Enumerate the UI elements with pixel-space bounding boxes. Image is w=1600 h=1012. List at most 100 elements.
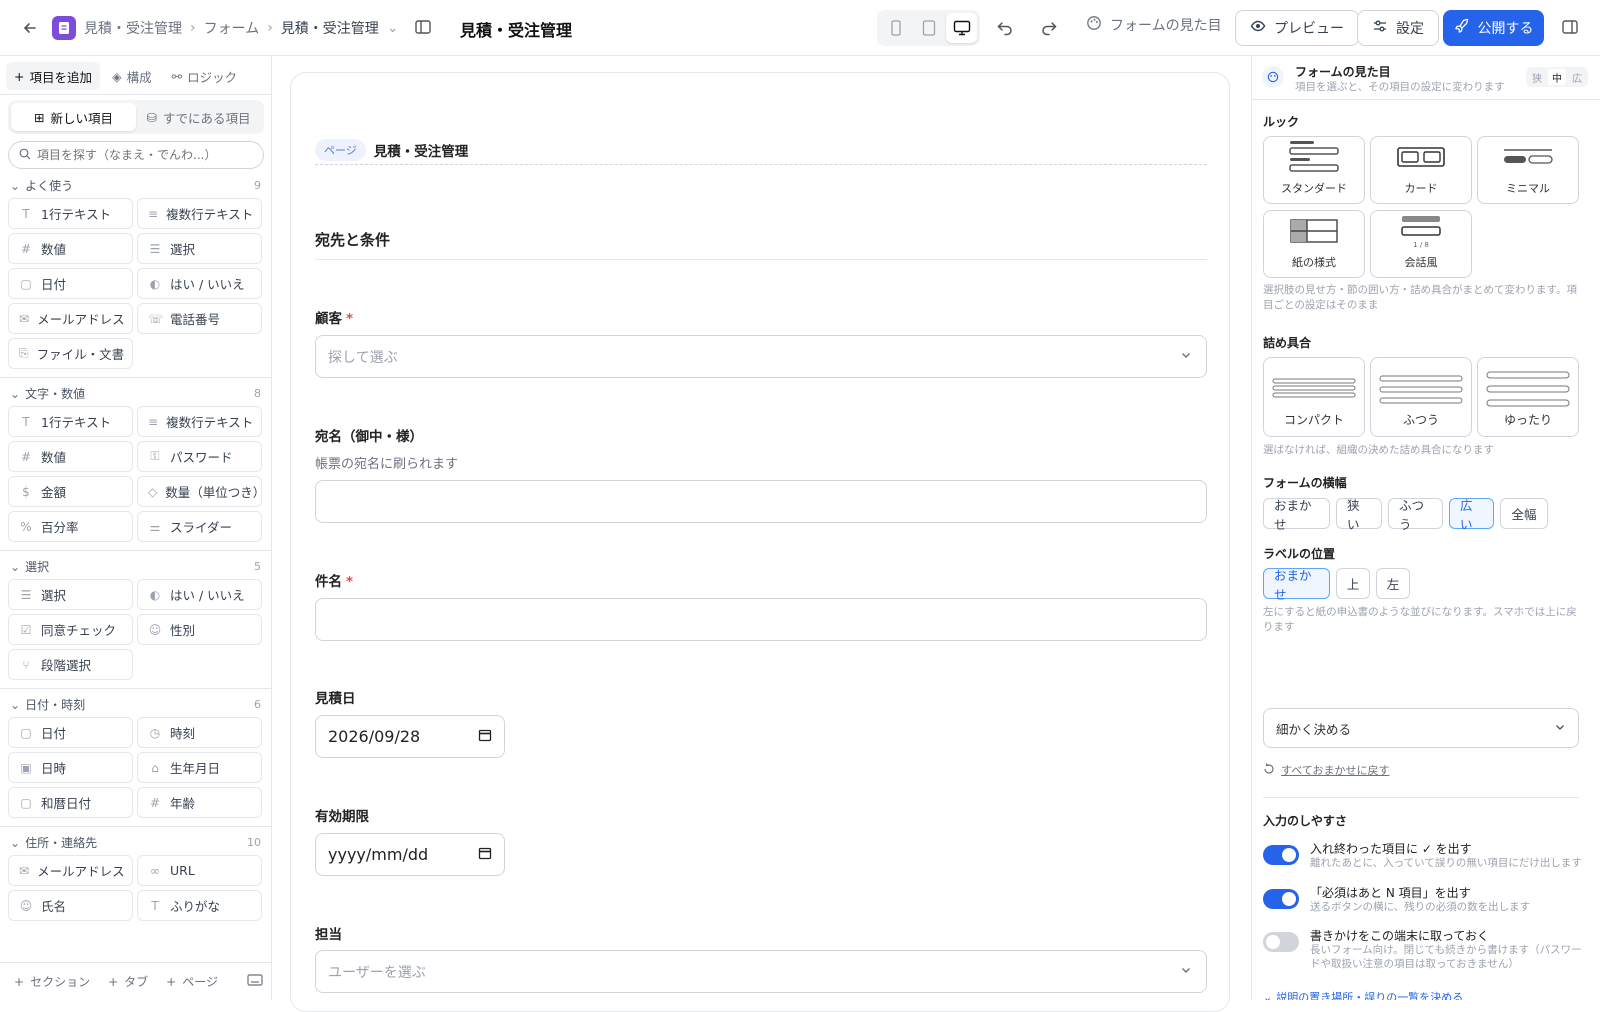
- subject-input[interactable]: [315, 598, 1207, 641]
- new-fields-segment[interactable]: ⊞ 新しい項目: [11, 103, 136, 131]
- fine-tune-select[interactable]: 細かく決める: [1263, 708, 1579, 748]
- page-header[interactable]: ページ 見積・受注管理: [315, 135, 1207, 165]
- field-label-customer[interactable]: 顧客 *: [315, 307, 353, 327]
- chevron-down-icon[interactable]: ⌄: [387, 20, 399, 36]
- tab-structure[interactable]: ◈ 構成: [104, 62, 160, 90]
- look-paper[interactable]: 紙の様式: [1263, 210, 1365, 278]
- size-wide[interactable]: 広: [1568, 69, 1586, 85]
- category-header[interactable]: ⌄ 日付・時刻 6: [10, 693, 261, 715]
- field-search-input[interactable]: [37, 148, 237, 162]
- form-look-button[interactable]: フォームの見た目: [1086, 15, 1222, 35]
- field-type-chip[interactable]: ⑂ 段階選択: [8, 649, 133, 680]
- valid-until-input[interactable]: yyyy/mm/dd: [315, 833, 505, 876]
- customer-select[interactable]: 探して選ぶ: [315, 335, 1207, 378]
- label-position-top[interactable]: 上: [1336, 568, 1370, 599]
- breadcrumb-current[interactable]: 見積・受注管理: [281, 18, 379, 38]
- field-type-chip[interactable]: ☺ 氏名: [8, 890, 133, 921]
- back-arrow-icon[interactable]: [18, 16, 42, 40]
- reset-all-link[interactable]: すべておまかせに戻す: [1263, 762, 1389, 778]
- publish-button[interactable]: 公開する: [1443, 10, 1544, 46]
- field-type-chip[interactable]: ▣ 日時: [8, 752, 133, 783]
- toggle-done-check[interactable]: [1263, 845, 1299, 865]
- look-card[interactable]: カード: [1370, 136, 1472, 204]
- look-standard[interactable]: スタンダード: [1263, 136, 1365, 204]
- field-type-chip[interactable]: ✉ メールアドレス: [8, 855, 133, 886]
- category-header[interactable]: ⌄ よく使う 9: [10, 174, 261, 196]
- keyboard-icon[interactable]: [247, 974, 263, 989]
- preview-button[interactable]: プレビュー: [1235, 10, 1359, 46]
- width-wide[interactable]: 広い: [1449, 498, 1494, 532]
- field-palette[interactable]: ⌄ よく使う 9 T 1行テキスト ≡ 複数行テキスト # 数値 ☰ 選択 ▢ 日付 ◐ はい / いいえ ✉…: [0, 174, 271, 994]
- field-type-chip[interactable]: ✉ メールアドレス: [8, 303, 133, 334]
- look-minimal[interactable]: ミニマル: [1477, 136, 1579, 204]
- density-normal[interactable]: ふつう: [1370, 357, 1472, 437]
- settings-button[interactable]: 設定: [1357, 10, 1439, 46]
- density-relaxed[interactable]: ゆったり: [1477, 357, 1579, 437]
- toggle-save-draft[interactable]: [1263, 932, 1299, 952]
- calendar-icon[interactable]: [478, 845, 492, 864]
- owner-select[interactable]: ユーザーを選ぶ: [315, 950, 1207, 993]
- category-header[interactable]: ⌄ 文字・数値 8: [10, 382, 261, 404]
- more-settings-link[interactable]: ⌄ 説明の置き場所・誤りの一覧を決める: [1263, 989, 1463, 1001]
- label-position-left[interactable]: 左: [1376, 568, 1410, 599]
- category-header[interactable]: ⌄ 住所・連絡先 10: [10, 831, 261, 853]
- add-section-button[interactable]: + セクション: [14, 973, 90, 990]
- existing-fields-segment[interactable]: ⛁ すでにある項目: [136, 103, 261, 131]
- width-narrow[interactable]: 狭い: [1336, 498, 1382, 532]
- field-type-chip[interactable]: ⎘ ファイル・文書: [8, 338, 133, 369]
- field-label-quote-date[interactable]: 見積日: [315, 687, 356, 707]
- field-type-chip[interactable]: ▢ 日付: [8, 717, 133, 748]
- tab-add-field[interactable]: + 項目を追加: [6, 62, 100, 90]
- tablet-view-icon[interactable]: [913, 13, 944, 43]
- density-compact[interactable]: コンパクト: [1263, 357, 1365, 437]
- toggle-left-panel-icon[interactable]: [414, 18, 432, 40]
- field-type-chip[interactable]: ◷ 時刻: [137, 717, 262, 748]
- look-conversation[interactable]: 1 / 8 会話風: [1370, 210, 1472, 278]
- field-type-chip[interactable]: # 数値: [8, 441, 133, 472]
- width-full[interactable]: 全幅: [1500, 498, 1548, 529]
- field-type-chip[interactable]: ☑ 同意チェック: [8, 614, 133, 645]
- category-header[interactable]: ⌄ 選択 5: [10, 555, 261, 577]
- add-tab-button[interactable]: + タブ: [108, 973, 148, 990]
- toggle-required-count[interactable]: [1263, 889, 1299, 909]
- breadcrumb-app[interactable]: 見積・受注管理: [84, 18, 182, 38]
- mobile-view-icon[interactable]: [880, 13, 911, 43]
- field-type-chip[interactable]: ☰ 選択: [8, 579, 133, 610]
- field-label-subject[interactable]: 件名 *: [315, 570, 353, 590]
- field-type-chip[interactable]: ◐ はい / いいえ: [137, 268, 262, 299]
- field-type-chip[interactable]: ◐ はい / いいえ: [137, 579, 262, 610]
- redo-icon[interactable]: [1040, 18, 1058, 40]
- field-type-chip[interactable]: ☰ 選択: [137, 233, 262, 264]
- field-type-chip[interactable]: ≡ 複数行テキスト: [137, 198, 262, 229]
- field-type-chip[interactable]: ▢ 日付: [8, 268, 133, 299]
- width-normal[interactable]: ふつう: [1388, 498, 1443, 532]
- add-page-button[interactable]: + ページ: [166, 973, 218, 990]
- field-type-chip[interactable]: # 数値: [8, 233, 133, 264]
- field-type-chip[interactable]: ⚿ パスワード: [137, 441, 262, 472]
- addressee-input[interactable]: [315, 480, 1207, 523]
- field-type-chip[interactable]: ≡ 複数行テキスト: [137, 406, 262, 437]
- field-type-chip[interactable]: T 1行テキスト: [8, 198, 133, 229]
- field-label-owner[interactable]: 担当: [315, 923, 342, 943]
- tab-logic[interactable]: ⚯ ロジック: [164, 62, 246, 90]
- section-title[interactable]: 宛先と条件: [315, 229, 390, 250]
- breadcrumb-forms[interactable]: フォーム: [204, 18, 260, 38]
- width-auto[interactable]: おまかせ: [1263, 498, 1330, 532]
- toggle-right-panel-icon[interactable]: [1561, 18, 1579, 40]
- field-type-chip[interactable]: $ 金額: [8, 476, 133, 507]
- field-type-chip[interactable]: T 1行テキスト: [8, 406, 133, 437]
- undo-icon[interactable]: [996, 18, 1014, 40]
- field-type-chip[interactable]: % 百分率: [8, 511, 133, 542]
- quote-date-input[interactable]: 2026/09/28: [315, 715, 505, 758]
- field-type-chip[interactable]: ☺ 性別: [137, 614, 262, 645]
- desktop-view-icon[interactable]: [946, 13, 977, 43]
- field-type-chip[interactable]: T ふりがな: [137, 890, 262, 921]
- label-position-auto[interactable]: おまかせ: [1263, 568, 1330, 602]
- size-medium[interactable]: 中: [1548, 69, 1566, 85]
- field-label-addressee[interactable]: 宛名（御中・様）: [315, 425, 423, 445]
- field-label-valid-until[interactable]: 有効期限: [315, 805, 369, 825]
- size-narrow[interactable]: 狭: [1528, 69, 1546, 85]
- field-type-chip[interactable]: ☏ 電話番号: [137, 303, 262, 334]
- field-type-chip[interactable]: ◇ 数量（単位つき）: [137, 476, 262, 507]
- field-type-chip[interactable]: ⌂ 生年月日: [137, 752, 262, 783]
